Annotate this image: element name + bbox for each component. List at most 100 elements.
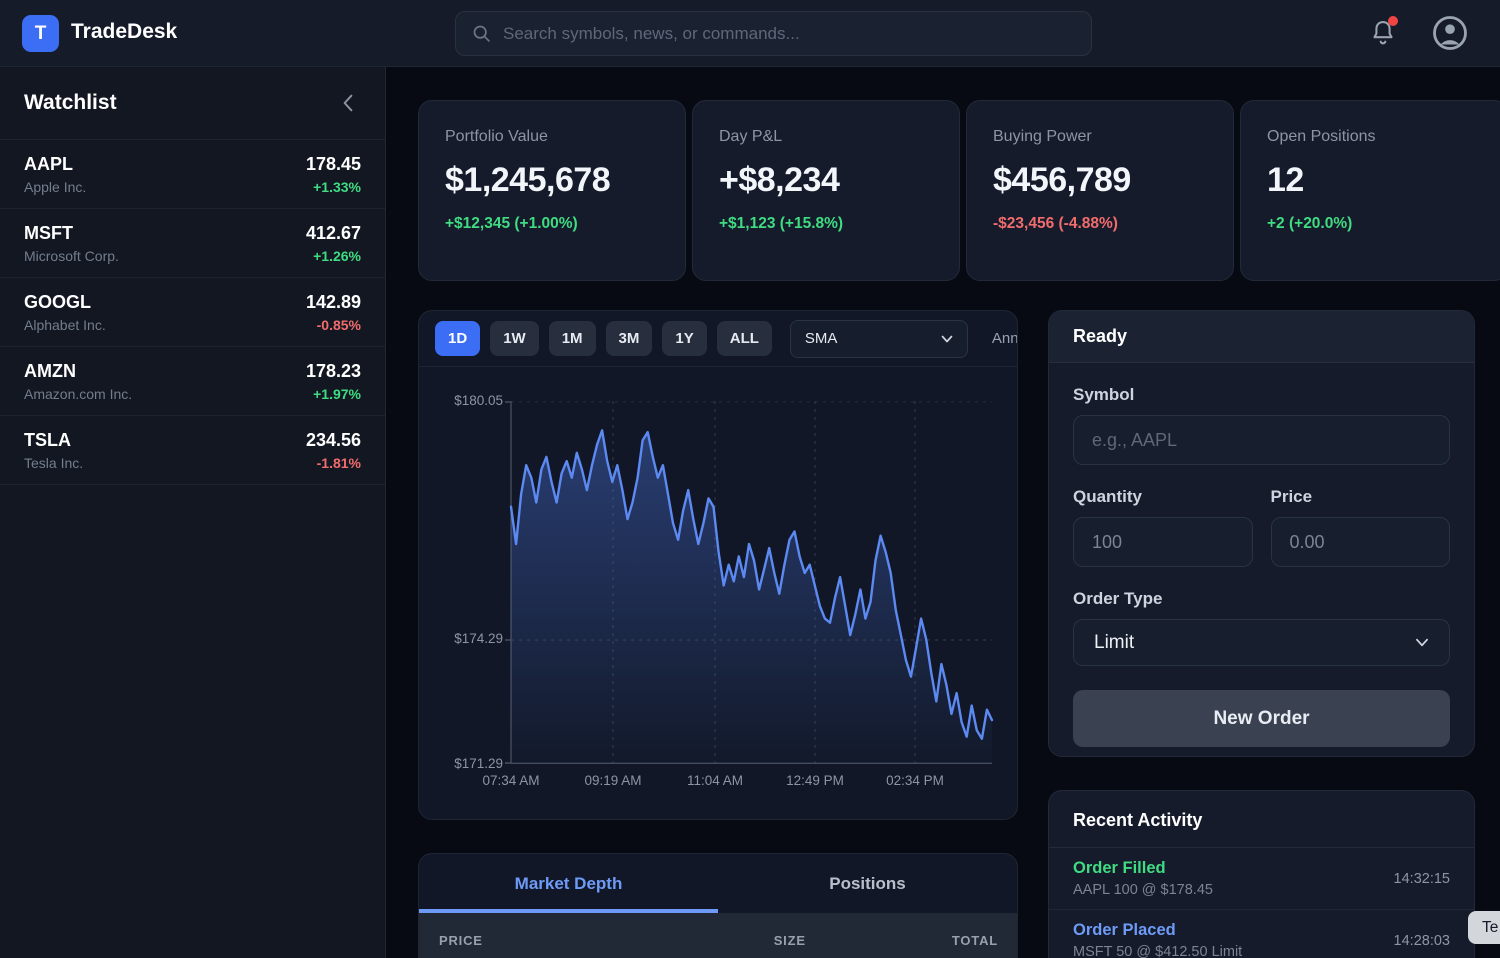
timeframe-button-1y[interactable]: 1Y [662, 321, 706, 356]
y-axis-label: $171.29 [431, 756, 503, 771]
chevron-left-icon [341, 94, 355, 112]
x-axis-label: 12:49 PM [775, 773, 855, 788]
stat-value: $1,245,678 [445, 161, 659, 200]
stat-value: $456,789 [993, 161, 1207, 200]
sidebar: Watchlist AAPL Apple Inc. 178.45 +1.33% … [0, 67, 386, 958]
timeframe-button-3m[interactable]: 3M [606, 321, 653, 356]
stat-card-open-positions: Open Positions 12 +2 (+20.0%) [1240, 100, 1500, 281]
topbar: T TradeDesk [0, 0, 1500, 67]
stat-value: +$8,234 [719, 161, 933, 200]
price-field[interactable] [1271, 517, 1451, 567]
symbol: AAPL [24, 154, 86, 175]
notifications-button[interactable] [1365, 16, 1401, 52]
price-label: Price [1271, 487, 1451, 507]
stat-label: Day P&L [719, 128, 933, 146]
y-axis-label: $180.05 [431, 393, 503, 408]
collapse-sidebar-button[interactable] [337, 90, 359, 116]
bottom-tabs: Market Depth Positions [419, 854, 1017, 913]
watchlist-item[interactable]: AMZN Amazon.com Inc. 178.23 +1.97% [0, 347, 385, 416]
y-axis-label: $174.29 [431, 631, 503, 646]
change-percent: -1.81% [306, 455, 361, 471]
price: 178.45 [306, 154, 361, 175]
column-price: PRICE [439, 933, 483, 948]
chart-toolbar: 1D 1W 1M 3M 1Y ALL SMA Annotate [419, 311, 1017, 367]
activity-panel: Recent Activity Order Filled AAPL 100 @ … [1048, 790, 1475, 958]
watchlist-item[interactable]: AAPL Apple Inc. 178.45 +1.33% [0, 140, 385, 209]
activity-detail: MSFT 50 @ $412.50 Limit [1073, 944, 1242, 958]
bottom-panel: Market Depth Positions PRICE SIZE TOTAL [418, 853, 1018, 958]
symbol-field[interactable] [1073, 415, 1450, 465]
notification-dot [1388, 16, 1398, 26]
timeframe-button-1m[interactable]: 1M [549, 321, 596, 356]
stat-delta: +$12,345 (+1.00%) [445, 215, 659, 233]
company-name: Apple Inc. [24, 179, 86, 195]
stat-delta: +$1,123 (+15.8%) [719, 215, 933, 233]
stat-delta: +2 (+20.0%) [1267, 215, 1481, 233]
stat-card-buying-power: Buying Power $456,789 -$23,456 (-4.88%) [966, 100, 1234, 281]
chart-panel: 1D 1W 1M 3M 1Y ALL SMA Annotate $180.05 … [418, 310, 1018, 820]
company-name: Amazon.com Inc. [24, 386, 132, 402]
x-axis-label: 11:04 AM [675, 773, 755, 788]
indicator-value: SMA [805, 330, 838, 347]
watchlist-item[interactable]: GOOGL Alphabet Inc. 142.89 -0.85% [0, 278, 385, 347]
watchlist-item[interactable]: MSFT Microsoft Corp. 412.67 +1.26% [0, 209, 385, 278]
activity-item[interactable]: Order Placed MSFT 50 @ $412.50 Limit 14:… [1049, 910, 1474, 958]
company-name: Tesla Inc. [24, 455, 83, 471]
change-percent: +1.26% [306, 248, 361, 264]
annotate-label[interactable]: Annotate [992, 330, 1018, 347]
order-type-select[interactable]: Limit [1073, 619, 1450, 666]
activity-detail: AAPL 100 @ $178.45 [1073, 882, 1213, 898]
symbol: MSFT [24, 223, 119, 244]
stat-delta: -$23,456 (-4.88%) [993, 215, 1207, 233]
user-menu-button[interactable] [1430, 13, 1470, 53]
price: 234.56 [306, 430, 361, 451]
stat-label: Buying Power [993, 128, 1207, 146]
chart-area [511, 430, 992, 764]
price: 142.89 [306, 292, 361, 313]
column-size: SIZE [774, 933, 806, 948]
search-bar[interactable] [455, 11, 1092, 56]
price: 178.23 [306, 361, 361, 382]
activity-time: 14:32:15 [1394, 871, 1450, 887]
company-name: Alphabet Inc. [24, 317, 106, 333]
column-total: TOTAL [952, 933, 998, 948]
tab-positions[interactable]: Positions [718, 854, 1017, 913]
tab-market-depth[interactable]: Market Depth [419, 854, 718, 913]
symbol: TSLA [24, 430, 83, 451]
price-chart[interactable]: $180.05 $174.29 $171.29 [419, 367, 1017, 819]
stat-value: 12 [1267, 161, 1481, 200]
quantity-label: Quantity [1073, 487, 1253, 507]
x-axis-label: 02:34 PM [875, 773, 955, 788]
order-status: Ready [1049, 311, 1474, 363]
activity-status: Order Filled [1073, 859, 1213, 878]
change-percent: +1.33% [306, 179, 361, 195]
watchlist-title: Watchlist [24, 91, 117, 115]
depth-table-header: PRICE SIZE TOTAL [419, 913, 1017, 958]
symbol-label: Symbol [1073, 385, 1450, 405]
activity-item[interactable]: Order Filled AAPL 100 @ $178.45 14:32:15 [1049, 848, 1474, 910]
company-name: Microsoft Corp. [24, 248, 119, 264]
watchlist-item[interactable]: TSLA Tesla Inc. 234.56 -1.81% [0, 416, 385, 485]
x-axis-label: 09:19 AM [573, 773, 653, 788]
symbol: AMZN [24, 361, 132, 382]
order-type-label: Order Type [1073, 589, 1450, 609]
indicator-select[interactable]: SMA [790, 320, 968, 358]
order-status-text: Ready [1073, 326, 1127, 347]
order-type-value: Limit [1094, 632, 1134, 654]
change-percent: -0.85% [306, 317, 361, 333]
new-order-button[interactable]: New Order [1073, 690, 1450, 747]
timeframe-button-all[interactable]: ALL [717, 321, 772, 356]
app-logo: T [22, 15, 59, 52]
quantity-field[interactable] [1073, 517, 1253, 567]
chevron-down-icon [1415, 638, 1429, 647]
search-input[interactable] [503, 24, 1076, 44]
stat-card-portfolio-value: Portfolio Value $1,245,678 +$12,345 (+1.… [418, 100, 686, 281]
timeframe-button-1w[interactable]: 1W [490, 321, 539, 356]
x-axis-label: 07:34 AM [471, 773, 551, 788]
symbol: GOOGL [24, 292, 106, 313]
chart-plot-area[interactable] [511, 401, 992, 764]
search-icon [471, 23, 492, 44]
timeframe-button-1d[interactable]: 1D [435, 321, 480, 356]
toast-text: Te [1482, 919, 1498, 937]
logo-letter: T [35, 23, 47, 45]
